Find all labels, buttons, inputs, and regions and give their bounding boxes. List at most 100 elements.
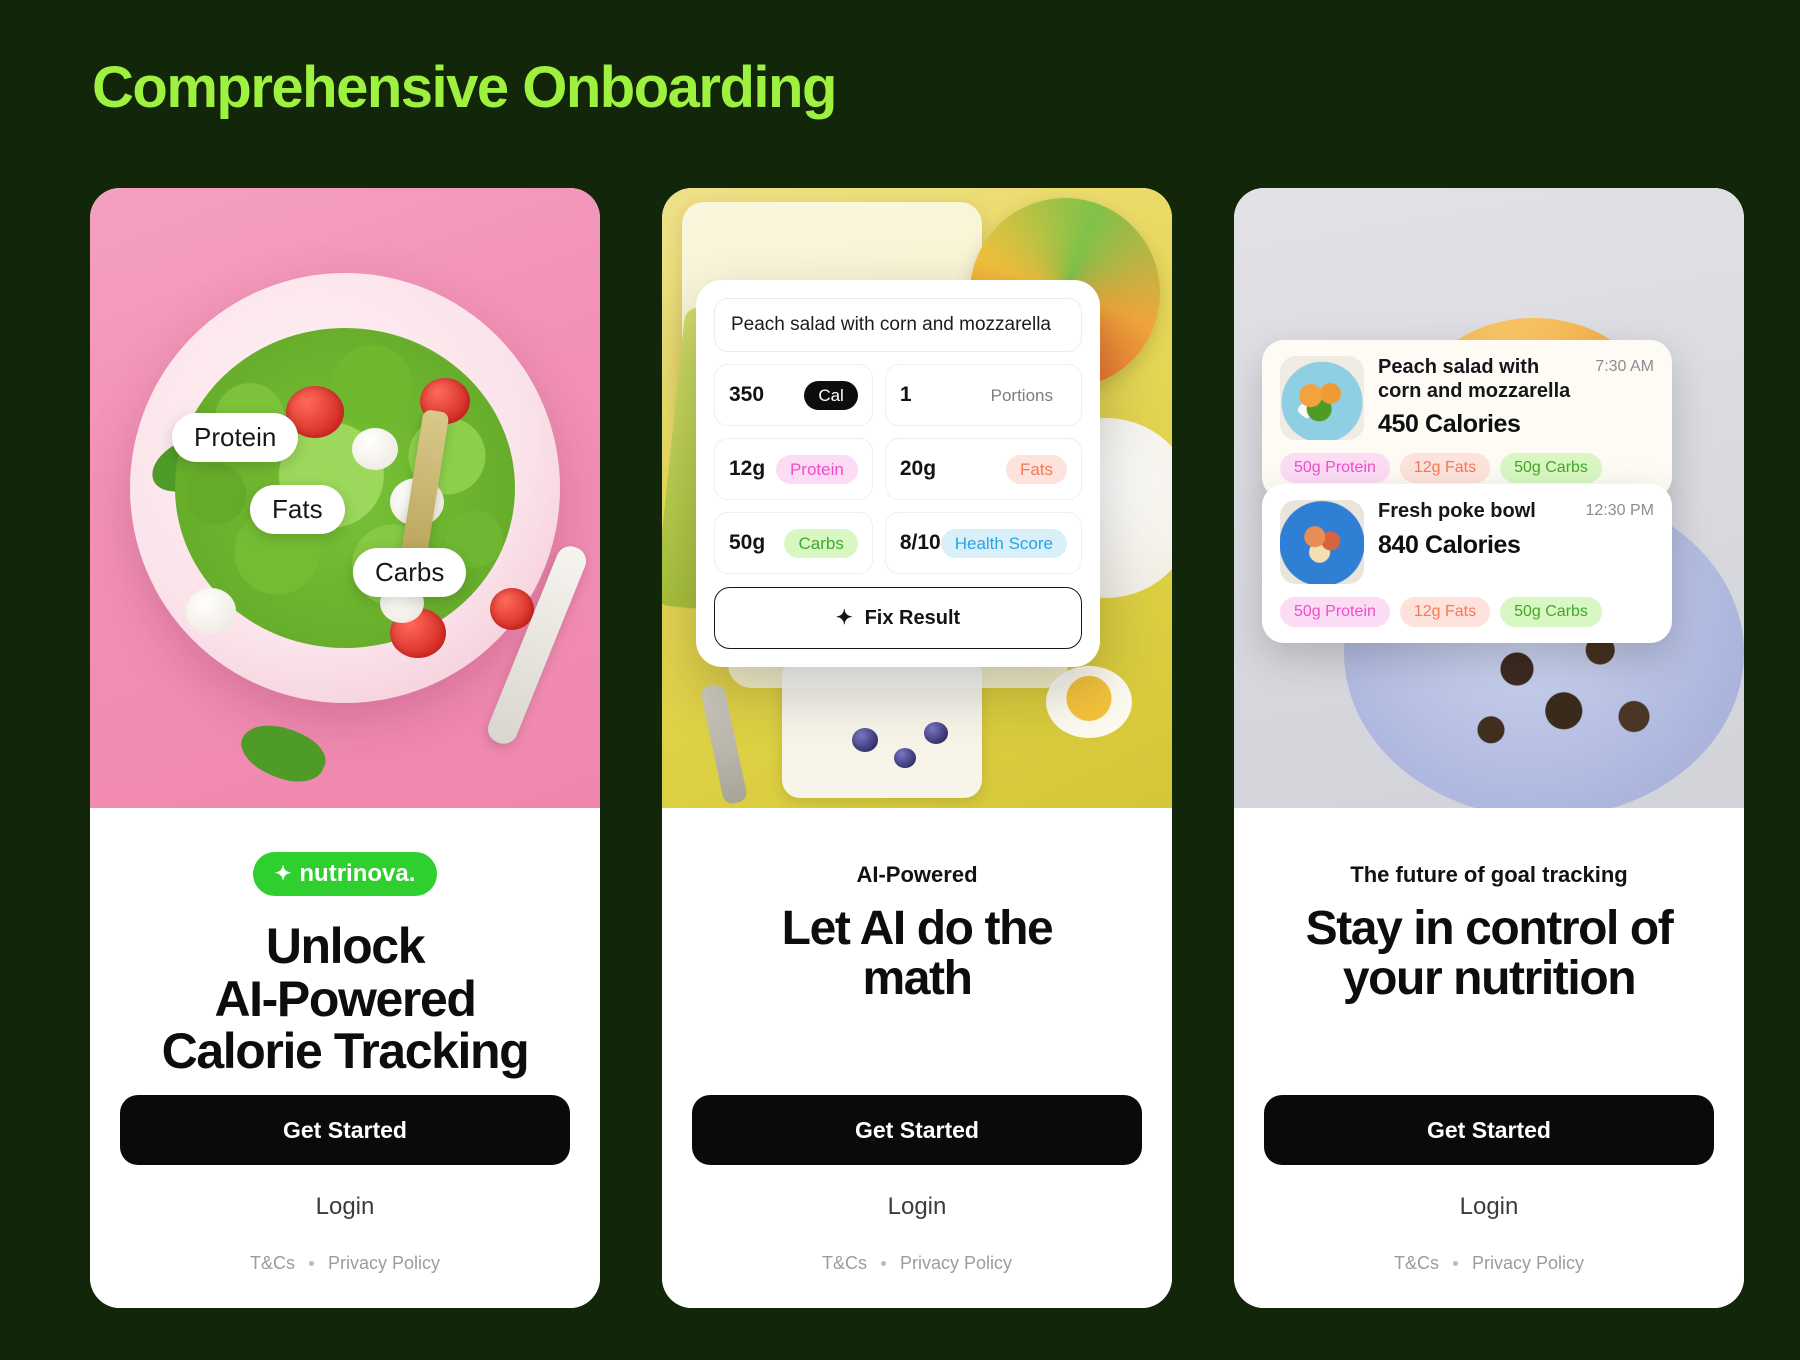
fix-result-label: Fix Result bbox=[864, 606, 961, 629]
spinach-leaf bbox=[233, 712, 333, 794]
page-headline: Let AI do the math bbox=[781, 902, 1054, 1006]
legal-links: T&Cs Privacy Policy bbox=[822, 1253, 1012, 1274]
meal-card-header: Fresh poke bowl 12:30 PM bbox=[1378, 500, 1654, 524]
brand-badge: ✦ nutrinova. bbox=[252, 852, 438, 896]
mozzarella-piece bbox=[352, 428, 398, 470]
sparkle-icon: ✦ bbox=[274, 863, 292, 885]
meal-calories: 840 Calories bbox=[1378, 530, 1521, 559]
page-title: Comprehensive Onboarding bbox=[92, 55, 837, 120]
badge-protein: 50g Protein bbox=[1280, 453, 1390, 483]
get-started-button[interactable]: Get Started bbox=[1264, 1095, 1714, 1165]
meal-macro-badges: 50g Protein 12g Fats 50g Carbs bbox=[1280, 453, 1654, 483]
login-link[interactable]: Login bbox=[888, 1193, 947, 1221]
meal-card-text: Fresh poke bowl 12:30 PM 840 Calories bbox=[1378, 500, 1654, 584]
meal-card-header: Peach salad with corn and mozzarella 7:3… bbox=[1378, 356, 1654, 403]
separator-dot bbox=[1452, 1261, 1458, 1266]
calories-value: 350 bbox=[729, 383, 765, 406]
carbs-chip: Carbs bbox=[784, 528, 858, 558]
headline-line: Let AI do the bbox=[781, 902, 1054, 955]
macro-tag-fats: Fats bbox=[250, 485, 345, 534]
hero-image-salad-pink: Protein Fats Carbs bbox=[90, 188, 600, 808]
hero-image-bento-yellow: Peach salad with corn and mozzarella 350… bbox=[662, 188, 1172, 808]
meal-title: Peach salad with corn and mozzarella bbox=[1378, 356, 1571, 402]
salad-thumb-icon bbox=[1280, 356, 1364, 440]
screen-1-body: ✦ nutrinova. Unlock AI-Powered Calorie T… bbox=[90, 808, 600, 1308]
health-score-chip: Health Score bbox=[940, 528, 1067, 558]
fix-result-button[interactable]: ✦ Fix Result bbox=[714, 587, 1082, 649]
separator-dot bbox=[308, 1261, 314, 1266]
badge-fats: 12g Fats bbox=[1399, 453, 1491, 483]
macro-tag-carbs: Carbs bbox=[353, 548, 467, 597]
headline-line: Stay in control of bbox=[1305, 902, 1674, 955]
badge-protein: 50g Protein bbox=[1280, 597, 1390, 627]
login-link[interactable]: Login bbox=[316, 1193, 375, 1221]
portions-value: 1 bbox=[899, 383, 912, 406]
fats-value: 20g bbox=[899, 457, 937, 480]
nutrition-cell-portions[interactable]: 1 Portions bbox=[884, 364, 1082, 426]
terms-link[interactable]: T&Cs bbox=[822, 1253, 867, 1274]
nutrition-cell-fats[interactable]: 20g Fats bbox=[884, 438, 1082, 500]
screen-2-body: AI-Powered Let AI do the math Get Starte… bbox=[662, 808, 1172, 1308]
page-headline: Stay in control of your nutrition bbox=[1305, 902, 1674, 1006]
terms-link[interactable]: T&Cs bbox=[1394, 1253, 1439, 1274]
meal-card-top: Peach salad with corn and mozzarella 7:3… bbox=[1280, 356, 1654, 440]
terms-link[interactable]: T&Cs bbox=[250, 1253, 295, 1274]
portions-chip: Portions bbox=[990, 385, 1053, 405]
headline-line: Calorie Tracking bbox=[161, 1023, 530, 1079]
onboarding-screen-3: Peach salad with corn and mozzarella 7:3… bbox=[1234, 188, 1744, 1308]
blueberry bbox=[924, 722, 948, 744]
protein-chip: Protein bbox=[775, 454, 858, 484]
meal-calories: 450 Calories bbox=[1378, 410, 1521, 439]
protein-value: 12g bbox=[729, 457, 766, 480]
fats-chip: Fats bbox=[1005, 454, 1067, 484]
meal-card-top: Fresh poke bowl 12:30 PM 840 Calories bbox=[1280, 500, 1654, 584]
privacy-policy-link[interactable]: Privacy Policy bbox=[900, 1253, 1012, 1274]
meal-time: 12:30 PM bbox=[1585, 502, 1654, 519]
privacy-policy-link[interactable]: Privacy Policy bbox=[1472, 1253, 1584, 1274]
onboarding-showcase: Comprehensive Onboarding Protein Fats Ca… bbox=[0, 0, 1800, 1360]
separator-dot bbox=[880, 1261, 886, 1266]
badge-fats: 12g Fats bbox=[1399, 597, 1491, 627]
sparkle-icon: ✦ bbox=[835, 607, 853, 629]
eyebrow-text: AI-Powered bbox=[856, 862, 978, 887]
legal-links: T&Cs Privacy Policy bbox=[250, 1253, 440, 1274]
tomato-slice bbox=[490, 588, 534, 630]
onboarding-screen-1: Protein Fats Carbs ✦ nutrinova. Unlock A… bbox=[90, 188, 600, 1308]
nutrition-cell-calories[interactable]: 350 Cal bbox=[714, 364, 873, 426]
screen-3-body: The future of goal tracking Stay in cont… bbox=[1234, 808, 1744, 1308]
macro-tag-protein: Protein bbox=[172, 413, 299, 462]
login-link[interactable]: Login bbox=[1460, 1193, 1519, 1221]
calories-chip: Cal bbox=[804, 380, 858, 410]
headline-line: math bbox=[862, 952, 972, 1006]
onboarding-screen-2: Peach salad with corn and mozzarella 350… bbox=[662, 188, 1172, 1308]
meal-card[interactable]: Fresh poke bowl 12:30 PM 840 Calories 50… bbox=[1262, 484, 1672, 643]
badge-carbs: 50g Carbs bbox=[1500, 597, 1602, 627]
privacy-policy-link[interactable]: Privacy Policy bbox=[328, 1253, 440, 1274]
headline-line: AI-Powered bbox=[214, 970, 476, 1027]
badge-carbs: 50g Carbs bbox=[1500, 453, 1602, 483]
phone-mockup-row: Protein Fats Carbs ✦ nutrinova. Unlock A… bbox=[90, 188, 1744, 1308]
spoon-icon bbox=[699, 682, 749, 806]
page-headline: Unlock AI-Powered Calorie Tracking bbox=[161, 918, 530, 1079]
meal-title: Fresh poke bowl bbox=[1378, 500, 1536, 522]
blueberry bbox=[894, 748, 916, 768]
meal-card[interactable]: Peach salad with corn and mozzarella 7:3… bbox=[1262, 340, 1672, 499]
get-started-button[interactable]: Get Started bbox=[120, 1095, 570, 1165]
headline-line: your nutrition bbox=[1342, 952, 1637, 1006]
meal-name-input[interactable]: Peach salad with corn and mozzarella bbox=[714, 298, 1082, 352]
meal-macro-badges: 50g Protein 12g Fats 50g Carbs bbox=[1280, 597, 1654, 627]
nutrition-cell-protein[interactable]: 12g Protein bbox=[714, 438, 873, 500]
mozzarella-piece bbox=[186, 588, 236, 634]
nutrition-cell-carbs[interactable]: 50g Carbs bbox=[714, 512, 873, 574]
meal-card-text: Peach salad with corn and mozzarella 7:3… bbox=[1378, 356, 1654, 440]
ai-result-card: Peach salad with corn and mozzarella 350… bbox=[696, 280, 1100, 667]
nutrition-grid: 350 Cal 1 Portions 12g Protein 20g Fats … bbox=[714, 364, 1082, 574]
legal-links: T&Cs Privacy Policy bbox=[1394, 1253, 1584, 1274]
blueberry bbox=[852, 728, 878, 752]
nutrition-cell-health-score[interactable]: 8/10 Health Score bbox=[884, 512, 1082, 574]
headline-line: Unlock bbox=[265, 918, 426, 974]
poke-bowl-thumb-icon bbox=[1280, 500, 1364, 584]
carbs-value: 50g bbox=[729, 531, 766, 554]
hero-image-plate-grey: Peach salad with corn and mozzarella 7:3… bbox=[1234, 188, 1744, 808]
get-started-button[interactable]: Get Started bbox=[692, 1095, 1142, 1165]
